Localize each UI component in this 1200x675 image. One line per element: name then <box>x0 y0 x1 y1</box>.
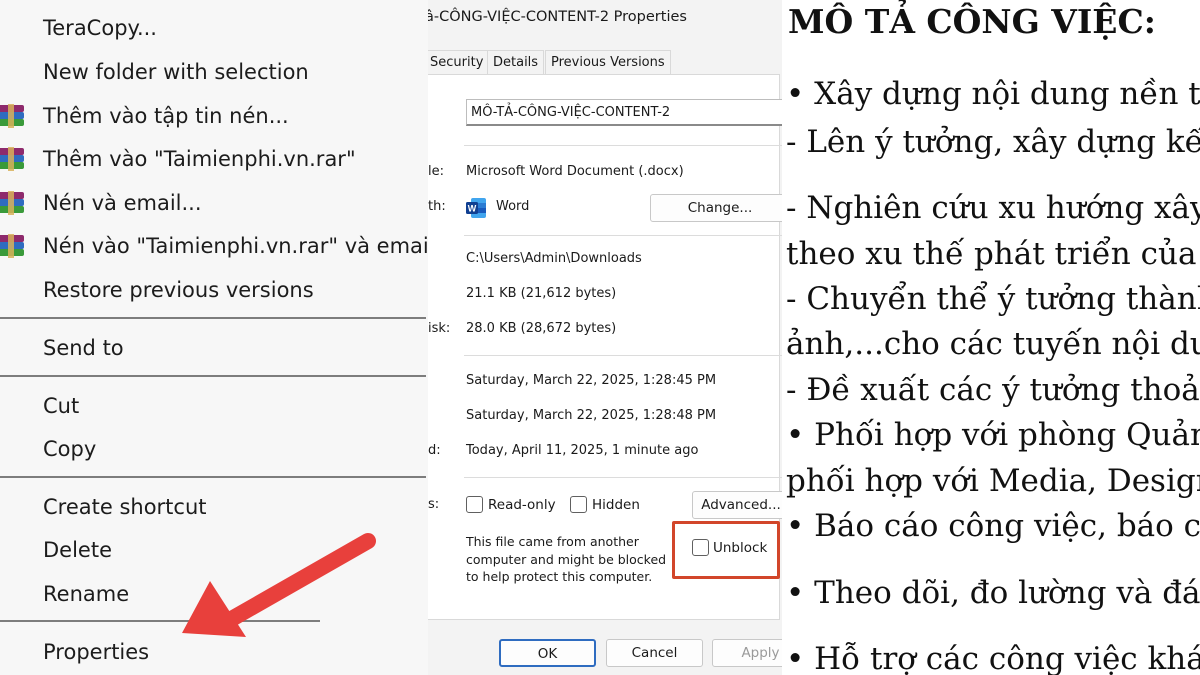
document-line: - Nghiên cứu xu hướng xây dựng <box>786 190 1200 226</box>
menu-separator <box>0 375 426 377</box>
advanced-button[interactable]: Advanced... <box>692 491 782 519</box>
menu-item-teracopy[interactable]: TeraCopy... <box>0 8 428 48</box>
document-line: - Đề xuất các ý tưởng thoả <box>786 372 1200 408</box>
menu-item-label: New folder with selection <box>43 60 309 84</box>
menu-separator <box>0 317 426 319</box>
document-line: - Lên ý tưởng, xây dựng kế hoạch <box>786 124 1200 160</box>
winrar-icon <box>0 147 24 171</box>
cancel-button[interactable]: Cancel <box>606 639 703 667</box>
document-page: MÔ TẢ CÔNG VIỆC: • Xây dựng nội dung nền… <box>782 0 1200 675</box>
menu-item-compress-to-rar-and-email[interactable]: Nén vào "Taimienphi.vn.rar" và email <box>0 226 428 266</box>
menu-item-label: Nén và email... <box>43 191 202 215</box>
word-icon: W <box>466 198 486 218</box>
winrar-icon <box>0 191 24 215</box>
menu-item-new-folder-with-selection[interactable]: New folder with selection <box>0 52 428 92</box>
winrar-icon <box>0 104 24 128</box>
menu-item-add-to-rar[interactable]: Thêm vào "Taimienphi.vn.rar" <box>0 139 428 179</box>
divider <box>464 477 782 478</box>
opens-with-value: Word <box>496 199 530 214</box>
opens-with-label: th: <box>428 199 446 214</box>
ok-button[interactable]: OK <box>499 639 596 667</box>
menu-item-restore-previous-versions[interactable]: Restore previous versions <box>0 270 428 310</box>
menu-item-label: Send to <box>43 336 124 360</box>
hidden-label: Hidden <box>592 497 640 513</box>
document-line: • Xây dựng nội dung nền tảng <box>786 76 1200 112</box>
menu-item-compress-and-email[interactable]: Nén và email... <box>0 183 428 223</box>
change-button[interactable]: Change... <box>650 194 782 222</box>
tab-previous-versions[interactable]: Previous Versions <box>545 50 671 75</box>
menu-item-label: TeraCopy... <box>43 16 157 40</box>
document-line: ảnh,...cho các tuyến nội dung <box>786 326 1200 362</box>
winrar-icon <box>0 234 24 258</box>
read-only-label: Read-only <box>488 497 556 513</box>
apply-button[interactable]: Apply <box>712 639 782 667</box>
accessed-label: d: <box>428 443 441 458</box>
file-name-input[interactable]: MÔ-TẢ-CÔNG-VIỆC-CONTENT-2 <box>466 99 782 126</box>
menu-item-label: Properties <box>43 640 150 664</box>
dialog-tabs: Security Details Previous Versions <box>428 50 782 75</box>
dialog-title: â-CÔNG-VIỆC-CONTENT-2 Properties <box>428 9 687 25</box>
document-line: theo xu thế phát triển của sản phẩm <box>786 236 1200 272</box>
size-value: 21.1 KB (21,612 bytes) <box>466 286 617 301</box>
size-on-disk-label: isk: <box>428 321 451 336</box>
hidden-checkbox[interactable] <box>570 496 587 513</box>
menu-item-label: Delete <box>43 538 112 562</box>
tab-details[interactable]: Details <box>487 50 545 75</box>
security-warning-text: This file came from another computer and… <box>466 534 667 584</box>
menu-item-label: Rename <box>43 582 130 606</box>
document-line: phối hợp với Media, Design <box>786 463 1200 499</box>
attributes-label: s: <box>428 497 440 512</box>
divider <box>464 355 782 356</box>
type-value: Microsoft Word Document (.docx) <box>466 164 684 179</box>
menu-item-label: Nén vào "Taimienphi.vn.rar" và email <box>43 234 428 258</box>
unblock-highlight-box <box>672 521 780 579</box>
document-line: • Hỗ trợ các công việc khác <box>786 641 1200 675</box>
tab-security[interactable]: Security <box>428 50 490 75</box>
menu-item-label: Copy <box>43 437 97 461</box>
document-line: • Theo dõi, đo lường và đánh <box>786 575 1200 611</box>
document-line: • Báo cáo công việc, báo cáo <box>786 508 1200 544</box>
accessed-value: Today, April 11, 2025, 1 minute ago <box>466 443 699 458</box>
divider <box>464 235 782 236</box>
menu-item-send-to[interactable]: Send to <box>0 328 428 368</box>
menu-item-label: Restore previous versions <box>43 278 314 302</box>
arrow-pointer-icon <box>182 533 376 637</box>
menu-item-copy[interactable]: Copy <box>0 429 428 469</box>
menu-item-label: Cut <box>43 394 80 418</box>
document-line: • Phối hợp với phòng Quản <box>786 417 1200 453</box>
document-line: - Chuyển thể ý tưởng thành <box>786 281 1200 317</box>
menu-item-label: Create shortcut <box>43 495 207 519</box>
menu-item-create-shortcut[interactable]: Create shortcut <box>0 487 428 527</box>
size-on-disk-value: 28.0 KB (28,672 bytes) <box>466 321 617 336</box>
dialog-footer: OK Cancel Apply <box>428 620 782 675</box>
menu-item-cut[interactable]: Cut <box>0 386 428 426</box>
svg-text:W: W <box>468 204 477 214</box>
modified-value: Saturday, March 22, 2025, 1:28:48 PM <box>466 408 717 423</box>
created-value: Saturday, March 22, 2025, 1:28:45 PM <box>466 373 717 388</box>
menu-item-label: Thêm vào tập tin nén... <box>43 104 289 128</box>
menu-item-add-to-archive[interactable]: Thêm vào tập tin nén... <box>0 96 428 136</box>
divider <box>464 145 782 146</box>
document-heading: MÔ TẢ CÔNG VIỆC: <box>788 2 1156 41</box>
menu-item-label: Thêm vào "Taimienphi.vn.rar" <box>43 147 356 171</box>
read-only-checkbox[interactable] <box>466 496 483 513</box>
menu-separator <box>0 476 426 478</box>
location-value: C:\Users\Admin\Downloads <box>466 251 642 266</box>
type-label: le: <box>428 164 444 179</box>
